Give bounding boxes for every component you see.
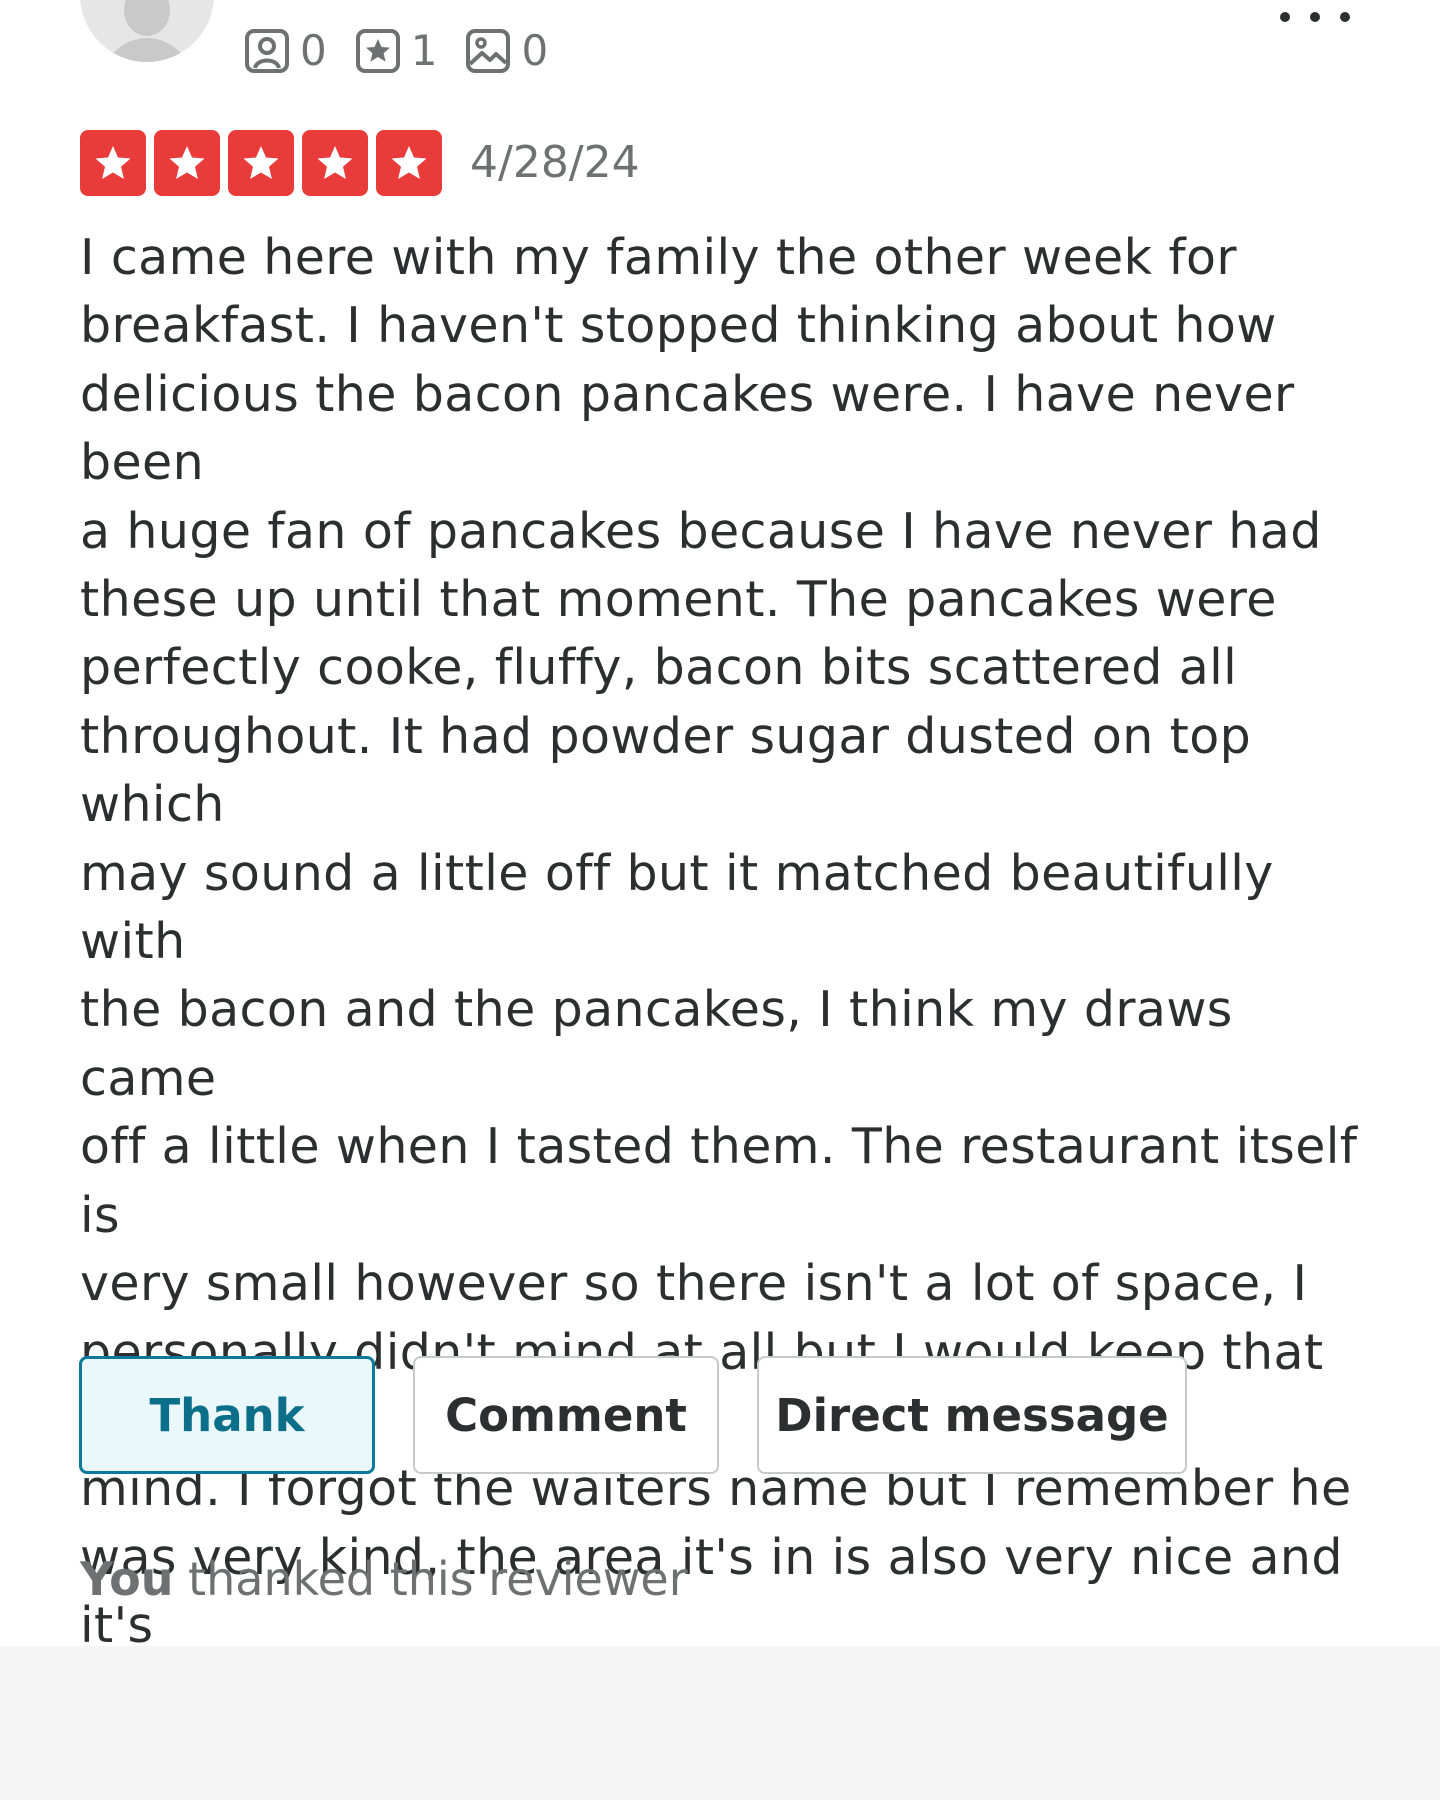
user-silhouette-icon <box>124 0 170 36</box>
thanked-status-you: You <box>80 1552 174 1606</box>
reviewer-stats: 0 1 0 <box>244 26 576 76</box>
more-options-button[interactable] <box>1280 6 1350 28</box>
star-icon <box>95 146 131 179</box>
reviews-stat: 1 <box>355 26 438 75</box>
rating-row: 4/28/24 <box>80 130 640 196</box>
photos-stat: 0 <box>465 28 548 74</box>
direct-message-button[interactable]: Direct message <box>757 1356 1187 1474</box>
thanked-status: You thanked this reviewer <box>80 1556 688 1602</box>
rating-star <box>80 130 146 196</box>
reviews-count: 1 <box>410 26 438 75</box>
reviewer-avatar[interactable] <box>80 0 214 62</box>
rating-star <box>376 130 442 196</box>
star-icon <box>243 146 279 179</box>
comment-button[interactable]: Comment <box>413 1356 719 1474</box>
more-dots-icon <box>1310 12 1320 22</box>
rating-star <box>154 130 220 196</box>
photos-count: 0 <box>521 26 549 75</box>
review-date: 4/28/24 <box>470 137 640 188</box>
rating-star <box>302 130 368 196</box>
friends-stat: 0 <box>244 28 327 74</box>
review-actions: Thank Comment Direct message <box>79 1356 1225 1474</box>
star-icon <box>391 146 427 179</box>
rating-star <box>228 130 294 196</box>
review-card: 0 1 0 4/28/24 I came here with my family… <box>0 0 1440 1791</box>
thanked-status-message: thanked this reviewer <box>173 1552 688 1606</box>
friends-count: 0 <box>300 26 327 75</box>
friends-icon <box>245 29 289 73</box>
user-silhouette-body <box>102 38 192 62</box>
star-icon <box>169 146 205 179</box>
star-icon <box>317 146 353 179</box>
footer-background <box>0 1646 1440 1800</box>
thank-button[interactable]: Thank <box>79 1356 375 1474</box>
photos-icon <box>466 29 511 73</box>
page: 0 1 0 4/28/24 I came here with my family… <box>0 0 1440 1800</box>
more-dots-icon <box>1340 12 1350 22</box>
reviews-star-icon <box>355 29 400 73</box>
more-dots-icon <box>1280 12 1290 22</box>
